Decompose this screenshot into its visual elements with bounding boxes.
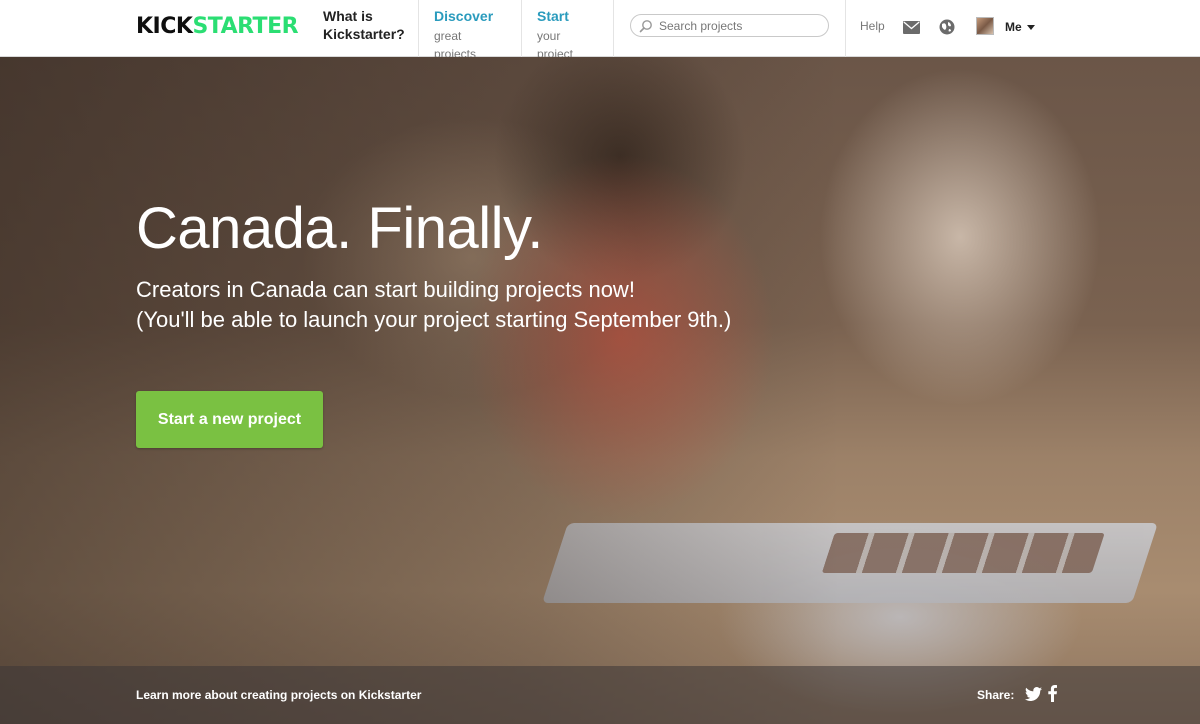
hero-subtitle-line1: Creators in Canada can start building pr…	[136, 277, 635, 302]
nav-what-line1: What is	[323, 8, 373, 24]
search-box[interactable]	[630, 14, 829, 37]
globe-icon[interactable]	[939, 19, 955, 35]
mail-icon[interactable]	[903, 21, 920, 34]
hero-banner: Canada. Finally. Creators in Canada can …	[0, 57, 1200, 724]
chevron-down-icon[interactable]	[1027, 25, 1035, 30]
nav-discover[interactable]: Discover great projects	[419, 0, 522, 61]
share-label: Share:	[977, 688, 1015, 702]
hero-subtitle-line2: (You'll be able to launch your project s…	[136, 307, 732, 332]
logo-kick-text: KICK	[136, 14, 193, 39]
user-menu-label[interactable]: Me	[1005, 20, 1022, 34]
header-divider	[845, 0, 846, 57]
search-icon	[639, 20, 652, 33]
hero-title: Canada. Finally.	[136, 196, 543, 261]
nav-start-line1: Start	[537, 8, 569, 24]
learn-more-link[interactable]: Learn more about creating projects on Ki…	[136, 688, 421, 702]
nav-what-line2: Kickstarter?	[323, 26, 405, 42]
hero-footer-bar: Learn more about creating projects on Ki…	[0, 666, 1200, 724]
kickstarter-logo[interactable]: KICKSTARTER	[136, 14, 299, 40]
avatar[interactable]	[976, 17, 994, 35]
search-input[interactable]	[659, 17, 824, 35]
logo-starter-text: STARTER	[192, 14, 299, 39]
facebook-icon[interactable]	[1048, 685, 1057, 702]
top-header: KICKSTARTER What is Kickstarter? Discove…	[0, 0, 1200, 61]
nav-discover-line1: Discover	[434, 8, 494, 24]
twitter-icon[interactable]	[1025, 687, 1042, 701]
nav-start[interactable]: Start your project	[522, 0, 614, 61]
nav-what-is-kickstarter[interactable]: What is Kickstarter?	[308, 0, 419, 57]
help-link[interactable]: Help	[860, 19, 885, 33]
start-new-project-button[interactable]: Start a new project	[136, 391, 323, 448]
